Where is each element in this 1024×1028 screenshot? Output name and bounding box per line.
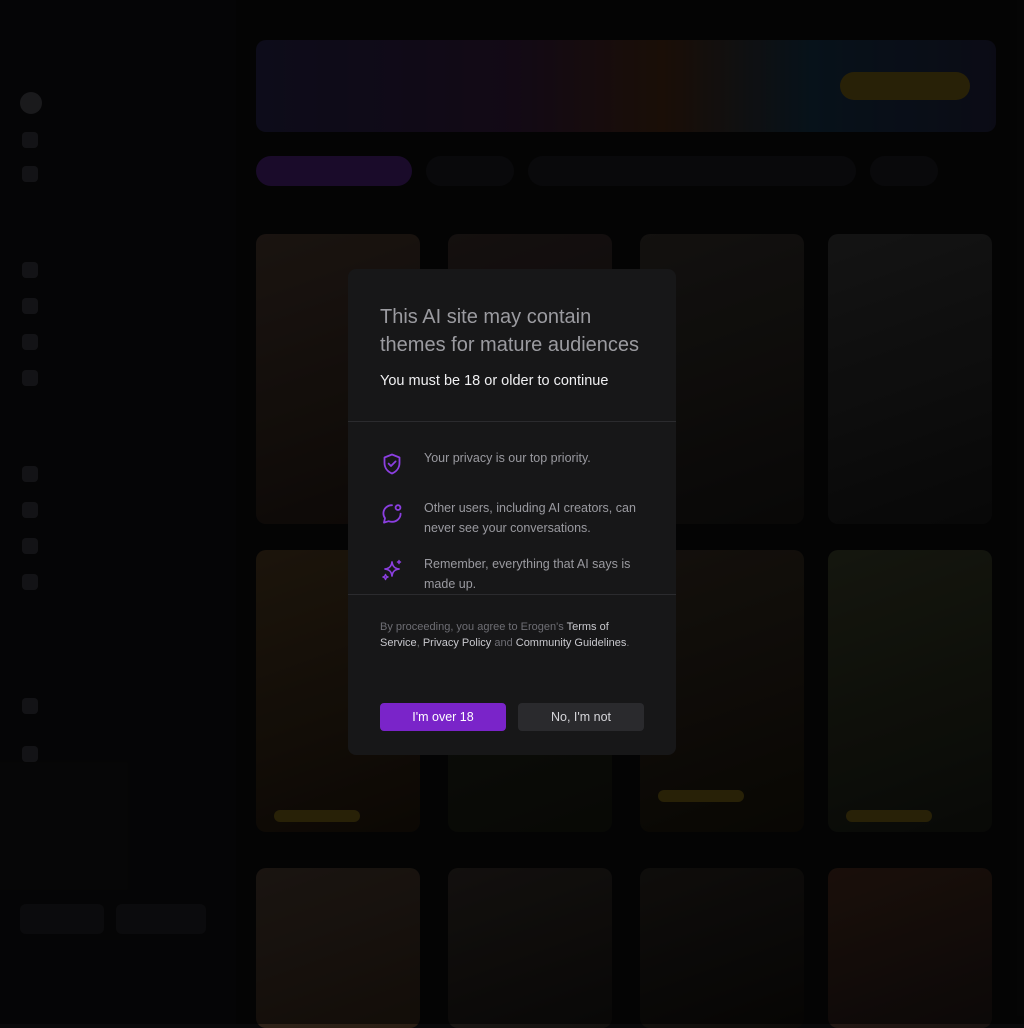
consent-suffix: . [626, 637, 630, 649]
confirm-age-button[interactable]: I'm over 18 [380, 703, 506, 731]
sparkles-icon [382, 559, 402, 581]
feature-text: Other users, including AI creators, can … [424, 501, 636, 535]
age-verification-modal: This AI site may contain themes for matu… [348, 269, 676, 755]
consent-separator: and [491, 637, 516, 649]
community-guidelines-link[interactable]: Community Guidelines [516, 637, 627, 649]
feature-text: Your privacy is our top priority. [424, 451, 591, 465]
feature-item: Remember, everything that AI says is mad… [380, 554, 644, 594]
modal-title: This AI site may contain themes for matu… [380, 306, 640, 356]
modal-header: This AI site may contain themes for matu… [348, 269, 676, 422]
consent-text: By proceeding, you agree to Erogen's Ter… [348, 595, 676, 651]
feature-text: Remember, everything that AI says is mad… [424, 557, 631, 591]
feature-item: Your privacy is our top priority. [380, 448, 644, 476]
feature-list: Your privacy is our top priority. Other … [348, 422, 676, 595]
shield-check-icon [383, 453, 401, 475]
feature-item: Other users, including AI creators, can … [380, 498, 644, 538]
modal-actions: I'm over 18 No, I'm not [380, 703, 644, 731]
modal-subtitle: You must be 18 or older to continue [380, 373, 609, 389]
decline-age-button[interactable]: No, I'm not [518, 703, 644, 731]
consent-prefix: By proceeding, you agree to Erogen's [380, 621, 567, 633]
chat-bubble-icon [382, 504, 402, 524]
privacy-policy-link[interactable]: Privacy Policy [423, 637, 491, 649]
